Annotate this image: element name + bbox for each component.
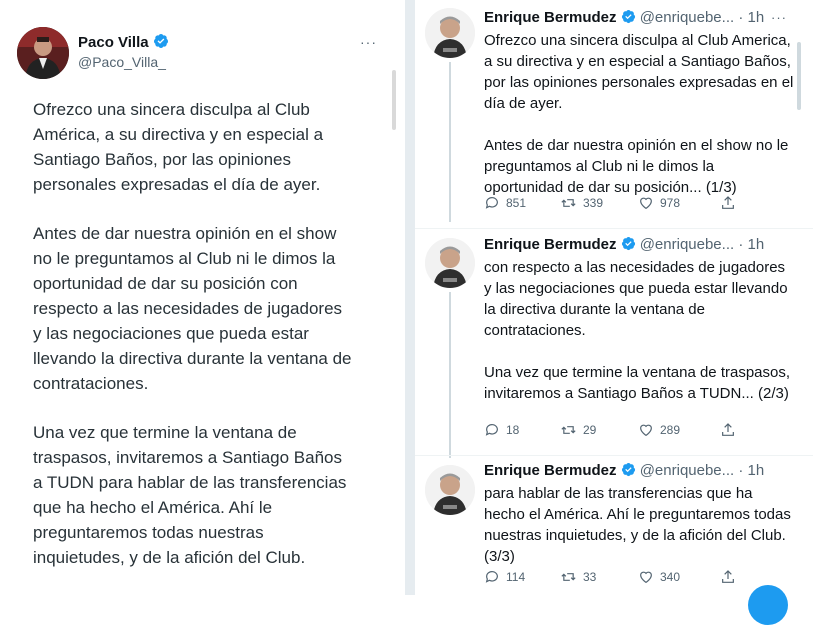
tweet-header: Enrique Bermudez @enriquebe... · 1h — [484, 462, 764, 479]
retweet-button[interactable]: 33 — [560, 569, 596, 585]
author-name[interactable]: Enrique Bermudez — [484, 9, 617, 26]
tweet-paragraph: Una vez que termine la ventana de traspa… — [33, 423, 347, 567]
share-button[interactable] — [720, 195, 736, 211]
author-name[interactable]: Enrique Bermudez — [484, 236, 617, 253]
reply-button[interactable]: 114 — [484, 569, 525, 585]
tweet-paragraph: con respecto a las necesidades de jugado… — [484, 259, 788, 339]
tweet-text: con respecto a las necesidades de jugado… — [484, 257, 796, 425]
tweet-paragraph: Ofrezco una sincera disculpa al Club Ame… — [484, 32, 794, 112]
avatar-enrique-bermudez[interactable] — [425, 465, 475, 515]
compose-tweet-button[interactable] — [748, 585, 788, 625]
tweet-separator — [415, 228, 813, 229]
share-button[interactable] — [720, 569, 736, 585]
timestamp[interactable]: · 1h — [738, 9, 764, 26]
thread-connector — [449, 292, 451, 458]
author-name[interactable]: Enrique Bermudez — [484, 462, 617, 479]
like-button[interactable]: 340 — [638, 569, 680, 585]
like-button[interactable]: 978 — [638, 195, 680, 211]
share-icon — [722, 196, 734, 209]
author-name[interactable]: Paco Villa — [78, 33, 169, 51]
share-icon — [722, 570, 734, 583]
author-handle[interactable]: @enriquebe... — [640, 236, 734, 253]
left-tweet: Paco Villa @Paco_Villa_ ··· Ofrezco una … — [0, 0, 396, 595]
reply-icon — [485, 424, 498, 436]
heart-icon — [640, 424, 652, 437]
scrollbar[interactable] — [797, 42, 801, 110]
avatar-enrique-bermudez[interactable] — [425, 8, 475, 58]
share-button[interactable] — [720, 422, 736, 438]
verified-badge-icon — [153, 34, 168, 48]
tweet-header: Enrique Bermudez @enriquebe... · 1h — [484, 236, 764, 253]
panel-divider — [405, 0, 415, 595]
tweet-text: Ofrezco una sincera disculpa al Club Amé… — [33, 97, 378, 594]
tweet-paragraph: Ofrezco una sincera disculpa al Club Amé… — [33, 100, 324, 194]
retweet-icon — [561, 426, 576, 434]
tweet-text: Ofrezco una sincera disculpa al Club Ame… — [484, 30, 796, 219]
heart-icon — [640, 197, 652, 210]
retweet-button[interactable]: 29 — [560, 422, 596, 438]
verified-badge-icon — [621, 9, 635, 24]
timestamp[interactable]: · 1h — [738, 236, 764, 253]
thread-connector — [449, 62, 451, 222]
verified-badge-icon — [621, 462, 635, 477]
avatar-enrique-bermudez[interactable] — [425, 238, 475, 288]
tweet-separator — [415, 455, 813, 456]
tweet-paragraph: Antes de dar nuestra opinión en el show … — [33, 224, 352, 393]
reply-button[interactable]: 851 — [484, 195, 526, 211]
reply-icon — [485, 571, 498, 583]
tweet-header: Enrique Bermudez @enriquebe... · 1h — [484, 9, 764, 26]
author-handle[interactable]: @Paco_Villa_ — [78, 54, 166, 70]
timestamp[interactable]: · 1h — [738, 462, 764, 479]
share-icon — [722, 423, 734, 436]
heart-icon — [640, 571, 652, 584]
tweet-paragraph: para hablar de las transferencias que ha… — [484, 485, 791, 565]
retweet-icon — [561, 199, 576, 207]
scrollbar[interactable] — [392, 70, 396, 130]
tweet-paragraph: Antes de dar nuestra opinión en el show … — [484, 137, 789, 196]
thread-panel: Enrique Bermudez @enriquebe... · 1h ··· … — [415, 0, 813, 595]
like-button[interactable]: 289 — [638, 422, 680, 438]
tweet-paragraph: Una vez que termine la ventana de traspa… — [484, 364, 791, 402]
reply-button[interactable]: 18 — [484, 422, 519, 438]
retweet-button[interactable]: 339 — [560, 195, 603, 211]
reply-icon — [485, 197, 498, 209]
retweet-icon — [561, 573, 576, 581]
avatar-paco-villa[interactable] — [17, 27, 69, 79]
more-options-icon[interactable]: ··· — [771, 10, 787, 25]
author-handle[interactable]: @enriquebe... — [640, 462, 734, 479]
verified-badge-icon — [621, 236, 635, 251]
author-handle[interactable]: @enriquebe... — [640, 9, 734, 26]
more-options-icon[interactable]: ··· — [360, 34, 377, 50]
